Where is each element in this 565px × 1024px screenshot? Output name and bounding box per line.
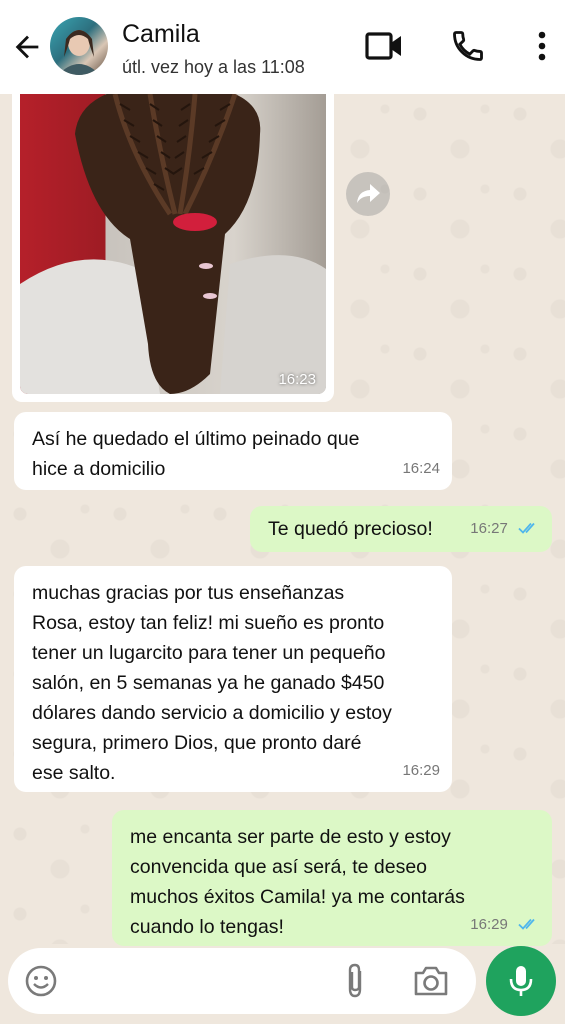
last-seen-status: útl. vez hoy a las 11:08 bbox=[122, 57, 305, 77]
mic-icon bbox=[509, 966, 533, 996]
read-ticks-icon bbox=[518, 522, 535, 534]
message-time: 16:24 bbox=[402, 460, 440, 477]
camera-icon[interactable] bbox=[412, 964, 450, 998]
message-time: 16:29 bbox=[470, 916, 508, 933]
message-text-line: Rosa, estoy tan feliz! mi sueño es pront… bbox=[32, 612, 385, 634]
video-call-icon[interactable] bbox=[364, 28, 404, 64]
message-text-line: convencida que así será, te deseo bbox=[130, 856, 428, 878]
message-time: 16:27 bbox=[470, 520, 508, 537]
read-ticks-icon bbox=[518, 918, 535, 930]
chat-header: Camila útl. vez hoy a las 11:08 bbox=[0, 0, 565, 94]
outgoing-message[interactable]: me encanta ser parte de esto y estoy con… bbox=[112, 810, 552, 946]
forward-icon bbox=[357, 184, 380, 203]
message-text-line: ese salto. bbox=[32, 762, 116, 784]
photo-message[interactable]: 16:23 bbox=[12, 94, 334, 402]
back-arrow-icon[interactable] bbox=[10, 30, 44, 64]
message-time: 16:23 bbox=[278, 371, 316, 388]
incoming-message[interactable]: Así he quedado el último peinado que hic… bbox=[14, 412, 452, 490]
message-text-line: tener un lugarcito para tener un pequeño bbox=[32, 642, 386, 664]
message-text-line: hice a domicilio bbox=[32, 458, 166, 480]
message-text-line: muchos éxitos Camila! ya me contarás bbox=[130, 886, 465, 908]
incoming-message[interactable]: muchas gracias por tus enseñanzas Rosa, … bbox=[14, 566, 452, 792]
message-input-bar[interactable] bbox=[8, 948, 476, 1014]
outgoing-message[interactable]: Te quedó precioso! 16:27 bbox=[250, 506, 552, 552]
braided-hair-photo[interactable]: 16:23 bbox=[20, 94, 326, 394]
voice-record-button[interactable] bbox=[486, 946, 556, 1016]
contact-name[interactable]: Camila bbox=[122, 20, 200, 49]
message-text-line: me encanta ser parte de esto y estoy bbox=[130, 826, 451, 848]
message-meta: 16:29 bbox=[470, 910, 540, 940]
message-text-line: dólares dando servicio a domicilio y est… bbox=[32, 702, 392, 724]
chat-area: 16:23 Así he quedado el último peinado q… bbox=[0, 94, 565, 946]
message-text-line: muchas gracias por tus enseñanzas bbox=[32, 582, 345, 604]
message-text-line: salón, en 5 semanas ya he ganado $450 bbox=[32, 672, 385, 694]
message-text-line: Te quedó precioso! bbox=[268, 518, 433, 540]
more-vert-icon[interactable] bbox=[530, 28, 554, 64]
message-meta: 16:27 bbox=[470, 514, 540, 544]
forward-button[interactable] bbox=[346, 172, 390, 216]
attach-icon[interactable] bbox=[342, 962, 368, 1000]
message-text-line: segura, primero Dios, que pronto daré bbox=[32, 732, 362, 754]
phone-icon[interactable] bbox=[450, 28, 486, 64]
avatar[interactable] bbox=[50, 17, 108, 75]
message-text-line: Así he quedado el último peinado que bbox=[32, 428, 360, 450]
emoji-icon[interactable] bbox=[24, 964, 58, 998]
message-time: 16:29 bbox=[402, 762, 440, 779]
